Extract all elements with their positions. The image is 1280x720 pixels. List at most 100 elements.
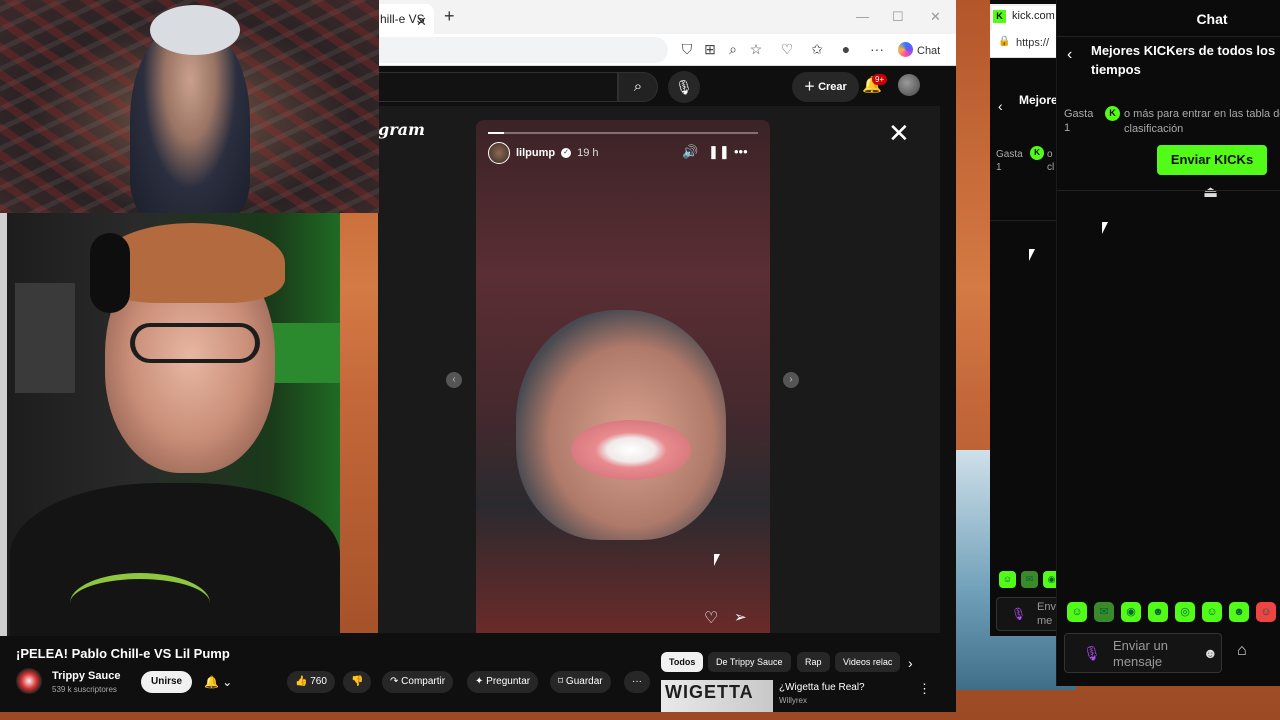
previous-story-arrow-icon[interactable]: ‹ — [446, 372, 462, 388]
microphone-icon: 🎙 — [675, 79, 693, 95]
emote-icon[interactable]: ☺ — [999, 571, 1016, 588]
minimize-button[interactable]: — — [856, 9, 869, 24]
more-menu-icon[interactable]: ··· — [868, 41, 886, 57]
tab-close-icon[interactable]: ✕ — [416, 14, 427, 30]
chips-next-chevron-icon[interactable]: › — [908, 655, 913, 671]
next-story-arrow-icon[interactable]: › — [783, 372, 799, 388]
like-heart-icon[interactable]: ♡ — [704, 608, 718, 628]
microphone-icon[interactable]: 🎙 — [1083, 645, 1101, 662]
copilot-chat-button[interactable]: Chat — [898, 42, 940, 57]
emote-icon[interactable]: ☻ — [1148, 602, 1168, 622]
recommended-thumbnail[interactable]: WIGETTA — [661, 680, 773, 712]
kick-favicon-icon: K — [993, 10, 1006, 23]
instagram-story-viewer: gram ✕ ‹ › lilpump ✓ 19 h 🔊 ❚❚ ••• ♡ ➢ — [378, 106, 940, 633]
zoom-icon[interactable]: ⌕ — [724, 41, 742, 58]
emoji-icon[interactable]: ☻ — [1203, 645, 1218, 661]
story-header: lilpump ✓ 19 h — [488, 142, 599, 164]
sparkle-icon: ✦ — [475, 676, 484, 687]
webcam-bottom — [0, 213, 340, 636]
leaderboard-description: o más para entrar en las tabla de clasif… — [1124, 108, 1280, 135]
search-button[interactable]: ⌕ — [618, 72, 658, 102]
chip-rap[interactable]: Rap — [797, 652, 830, 672]
more-actions-button[interactable]: ··· — [624, 671, 650, 693]
like-button[interactable]: 👍 760 — [287, 671, 335, 693]
story-progress-bar — [488, 132, 758, 134]
webcam-shelf — [15, 283, 75, 393]
kick-url[interactable]: https:// — [1016, 37, 1049, 49]
emote-icon[interactable]: ✉ — [1021, 571, 1038, 588]
lock-icon: 🔒 — [998, 36, 1011, 47]
story-more-icon[interactable]: ••• — [734, 144, 748, 159]
emote-icon[interactable]: ✉ — [1094, 602, 1114, 622]
leaderboard-back-icon[interactable]: ‹ — [1067, 46, 1072, 64]
story-progress-fill — [488, 132, 505, 134]
account-avatar[interactable] — [898, 74, 920, 96]
mouse-cursor-icon — [1102, 222, 1114, 234]
emote-icon[interactable]: ◎ — [1175, 602, 1195, 622]
chip-todos[interactable]: Todos — [661, 652, 704, 672]
webcam-headset — [90, 233, 130, 313]
emote-row: ☺ ✉ ◉ ☻ ◎ ☺ ☻ ☺ — [1067, 602, 1276, 622]
search-input[interactable] — [378, 72, 618, 102]
store-icon[interactable]: ⌂ — [1237, 642, 1247, 660]
join-button[interactable]: Unirse — [141, 671, 193, 693]
recommended-more-icon[interactable]: ⋮ — [918, 681, 931, 697]
copilot-icon — [898, 42, 913, 57]
story-username[interactable]: lilpump — [516, 147, 555, 159]
share-send-icon[interactable]: ➢ — [734, 608, 747, 626]
emote-icon[interactable]: ☺ — [1202, 602, 1222, 622]
thumbnail-text: WIGETTA — [665, 682, 754, 702]
subscribe-bell-button[interactable]: 🔔 ⌄ — [196, 671, 246, 693]
like-count: 760 — [310, 676, 327, 687]
recommended-channel[interactable]: Willyrex — [779, 696, 807, 705]
volume-icon[interactable]: 🔊 — [682, 144, 698, 160]
extensions-icon[interactable]: ⊞ — [701, 41, 719, 58]
emote-icon[interactable]: ☻ — [1229, 602, 1249, 622]
chip-videos-relacionados[interactable]: Videos relac — [835, 652, 901, 672]
tracking-prevention-icon[interactable]: ⛉ — [678, 41, 696, 58]
save-button[interactable]: ⌑ Guardar — [550, 671, 611, 693]
new-tab-button[interactable]: + — [444, 6, 455, 27]
chevron-down-icon: ⌄ — [222, 675, 233, 689]
close-story-icon[interactable]: ✕ — [888, 120, 910, 146]
spend-prefix: Gasta — [1064, 108, 1094, 120]
url-field[interactable] — [378, 37, 668, 63]
ask-button[interactable]: ✦ Preguntar — [467, 671, 539, 693]
channel-avatar[interactable] — [16, 668, 42, 694]
instagram-logo[interactable]: gram — [378, 120, 425, 139]
chat-input-placeholder: Enviar un mensaje — [1113, 638, 1168, 669]
kick-tab-title: kick.com — [1012, 10, 1055, 22]
pause-icon[interactable]: ❚❚ — [708, 144, 730, 160]
browser-essentials-icon[interactable]: ♡ — [778, 41, 796, 58]
kick-left-divider — [990, 220, 1056, 221]
emote-icon[interactable]: ☺ — [1256, 602, 1276, 622]
voice-search-button[interactable]: 🎙 — [668, 71, 700, 103]
leaderboard-spend: Gasta 1 — [1064, 107, 1093, 135]
kick-left-coin-icon: K — [1030, 146, 1044, 160]
close-window-button[interactable]: ✕ — [930, 9, 941, 25]
kick-left-back-icon[interactable]: ‹ — [998, 98, 1003, 114]
story-mouth-image — [571, 420, 691, 480]
recommended-title[interactable]: ¿Wigetta fue Real? — [779, 682, 865, 693]
favorites-icon[interactable]: ✩ — [808, 41, 826, 58]
thumbs-down-icon: 👎 — [351, 676, 364, 687]
story-user-avatar[interactable] — [488, 142, 510, 164]
share-button[interactable]: ↷ Compartir — [382, 671, 454, 693]
profile-icon[interactable]: ● — [837, 41, 855, 57]
dislike-button[interactable]: 👎 — [343, 671, 372, 693]
mouse-cursor-icon — [714, 554, 726, 566]
collapse-eject-icon[interactable]: ⏏ — [1203, 182, 1218, 202]
kick-left-mic-icon[interactable]: 🎙 — [1011, 607, 1026, 621]
chat-divider — [1057, 36, 1280, 37]
maximize-button[interactable]: ☐ — [892, 9, 904, 25]
chip-de-trippy-sauce[interactable]: De Trippy Sauce — [708, 652, 791, 672]
send-kicks-button[interactable]: Enviar KICKs — [1157, 145, 1267, 175]
chat-message-input[interactable]: 🎙 Enviar un mensaje ☻ — [1064, 633, 1222, 673]
browser-tab[interactable]: hill-e VS ✕ — [378, 4, 434, 34]
create-button[interactable]: ＋ Crear — [792, 72, 859, 102]
emote-icon[interactable]: ◉ — [1121, 602, 1141, 622]
mouse-cursor-icon — [1029, 249, 1041, 261]
emote-icon[interactable]: ☺ — [1067, 602, 1087, 622]
favorite-star-icon[interactable]: ☆ — [747, 41, 765, 58]
channel-name[interactable]: Trippy Sauce — [52, 670, 120, 682]
